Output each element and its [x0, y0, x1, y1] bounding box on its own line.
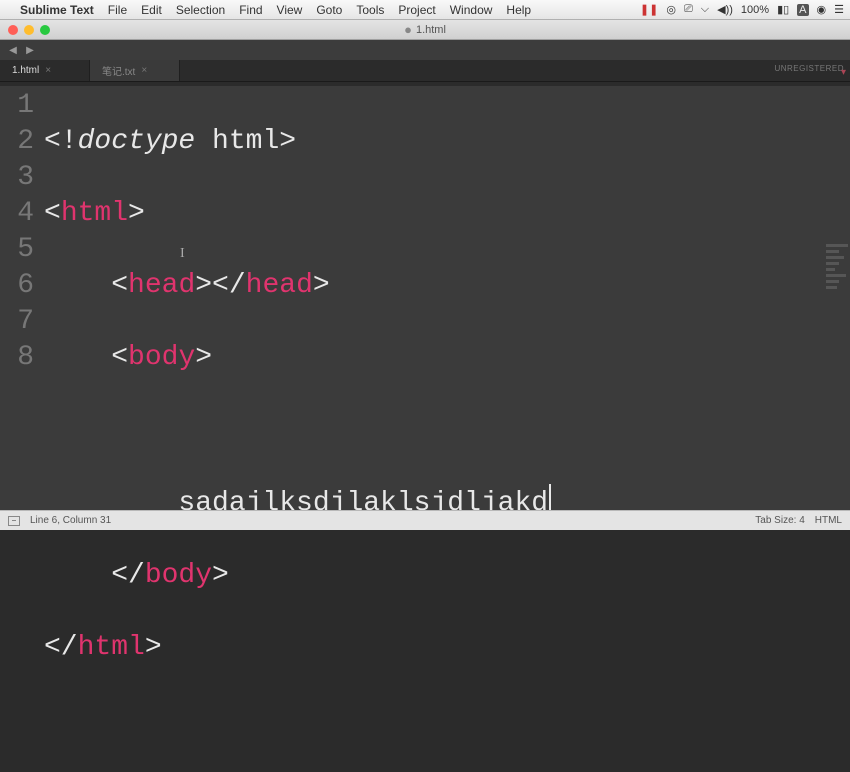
- menu-window[interactable]: Window: [450, 3, 493, 17]
- code-line[interactable]: I: [44, 412, 850, 448]
- line-number: 1: [0, 88, 34, 124]
- menu-file[interactable]: File: [108, 3, 127, 17]
- notifications-icon[interactable]: ☰: [834, 3, 844, 16]
- code-line[interactable]: <body>: [44, 340, 850, 376]
- line-number: 4: [0, 196, 34, 232]
- code-area[interactable]: <!doctype html> <html> <head></head> <bo…: [44, 86, 850, 510]
- ibeam-cursor-icon: I: [180, 236, 185, 272]
- nav-back-icon[interactable]: ◀: [6, 43, 20, 57]
- syntax-mode[interactable]: HTML: [815, 515, 842, 526]
- window-title-text: 1.html: [416, 24, 446, 36]
- cursor-position[interactable]: Line 6, Column 31: [30, 515, 111, 526]
- tab-notes-txt[interactable]: 笔记.txt ×: [90, 60, 180, 81]
- pause-icon[interactable]: ❚❚: [640, 3, 658, 16]
- traffic-lights: [8, 25, 50, 35]
- modified-dot-icon: ●: [404, 23, 412, 36]
- unregistered-label: UNREGISTERED: [774, 64, 844, 73]
- display-icon[interactable]: ⎚: [684, 3, 693, 16]
- tab-size[interactable]: Tab Size: 4: [755, 515, 804, 526]
- nav-bar: ◀ ▶: [0, 40, 850, 60]
- close-window-button[interactable]: [8, 25, 18, 35]
- menu-view[interactable]: View: [277, 3, 303, 17]
- menu-help[interactable]: Help: [506, 3, 531, 17]
- line-number: 3: [0, 160, 34, 196]
- code-line[interactable]: <!doctype html>: [44, 124, 850, 160]
- battery-icon[interactable]: ▮▯: [777, 3, 789, 16]
- tab-dropdown-icon[interactable]: ▾: [841, 67, 846, 78]
- code-line[interactable]: </body>: [44, 558, 850, 594]
- editor[interactable]: 1 2 3 4 5 6 7 8 <!doctype html> <html> <…: [0, 86, 850, 510]
- statusbar: Line 6, Column 31 Tab Size: 4 HTML: [0, 510, 850, 530]
- minimize-window-button[interactable]: [24, 25, 34, 35]
- nav-forward-icon[interactable]: ▶: [23, 43, 37, 57]
- window-titlebar[interactable]: ● 1.html: [0, 20, 850, 40]
- menu-selection[interactable]: Selection: [176, 3, 225, 17]
- macos-menubar: Sublime Text File Edit Selection Find Vi…: [0, 0, 850, 20]
- close-tab-icon[interactable]: ×: [45, 65, 51, 76]
- line-number: 5: [0, 232, 34, 268]
- tab-1-html[interactable]: 1.html ×: [0, 60, 90, 81]
- tab-bar: 1.html × 笔记.txt × UNREGISTERED: [0, 60, 850, 82]
- code-line[interactable]: <head></head>: [44, 268, 850, 304]
- line-number: 2: [0, 124, 34, 160]
- close-tab-icon[interactable]: ×: [141, 65, 147, 76]
- window-title: ● 1.html: [404, 23, 446, 36]
- menu-find[interactable]: Find: [239, 3, 262, 17]
- maximize-window-button[interactable]: [40, 25, 50, 35]
- battery-text: 100%: [741, 4, 769, 16]
- app-name[interactable]: Sublime Text: [20, 3, 94, 17]
- minimap[interactable]: [826, 172, 848, 232]
- menu-goto[interactable]: Goto: [316, 3, 342, 17]
- line-number: 8: [0, 340, 34, 376]
- line-gutter: 1 2 3 4 5 6 7 8: [0, 86, 44, 510]
- wifi-icon[interactable]: ⌵: [701, 3, 709, 16]
- menu-project[interactable]: Project: [398, 3, 435, 17]
- tab-label: 笔记.txt: [102, 63, 135, 78]
- menu-tools[interactable]: Tools: [356, 3, 384, 17]
- code-line[interactable]: <html>: [44, 196, 850, 232]
- circle-icon[interactable]: ◎: [666, 3, 676, 16]
- line-number: 7: [0, 304, 34, 340]
- app-a-icon[interactable]: A: [797, 4, 808, 16]
- code-line[interactable]: </html>: [44, 630, 850, 666]
- volume-icon[interactable]: ◀)): [717, 3, 733, 16]
- siri-icon[interactable]: ◉: [817, 3, 827, 16]
- line-number: 6: [0, 268, 34, 304]
- tab-label: 1.html: [12, 65, 39, 76]
- menu-edit[interactable]: Edit: [141, 3, 162, 17]
- panel-toggle-icon[interactable]: [8, 516, 20, 526]
